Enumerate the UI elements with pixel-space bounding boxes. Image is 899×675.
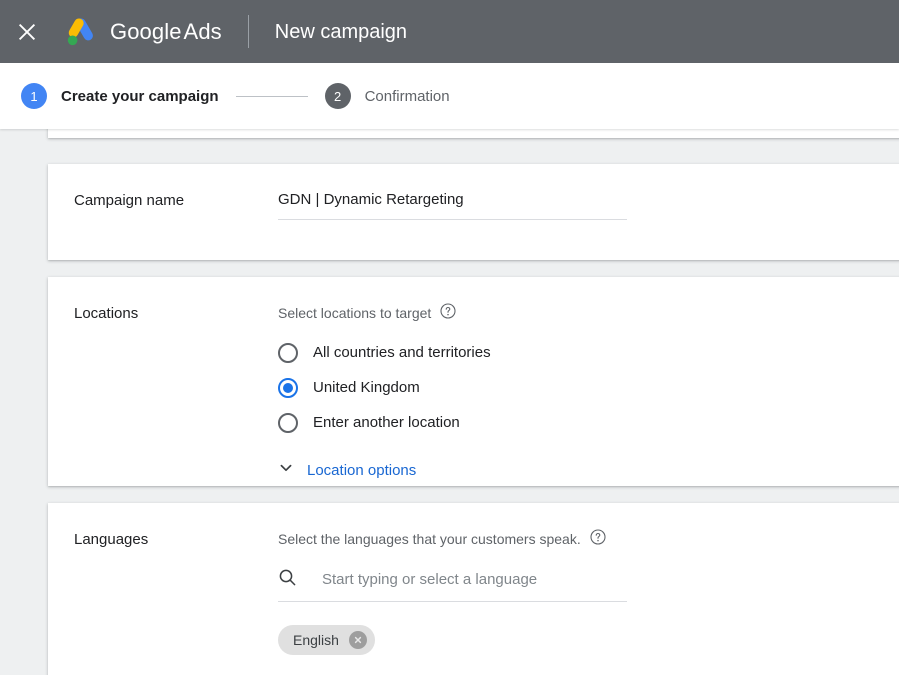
app-header: GoogleAds New campaign [0, 0, 899, 63]
radio-all-countries-and-territories[interactable]: All countries and territories [278, 335, 881, 370]
chip-label: English [293, 632, 339, 648]
campaign-name-card: Campaign name [48, 164, 899, 260]
campaign-settings-scroll-area[interactable]: Campaign name Locations Select locations… [0, 129, 899, 675]
locations-sub-label-row: Select locations to target [278, 303, 881, 323]
languages-label: Languages [48, 503, 278, 655]
location-options-expander[interactable]: Location options [278, 460, 416, 481]
locations-label: Locations [48, 277, 278, 481]
header-divider [248, 15, 249, 48]
campaign-name-input[interactable] [278, 190, 627, 220]
close-icon [353, 635, 363, 645]
step-1-number: 1 [21, 83, 47, 109]
brand-lockup: GoogleAds [63, 15, 222, 49]
radio-label: Enter another location [313, 414, 460, 431]
step-create-your-campaign[interactable]: 1 Create your campaign [21, 83, 219, 109]
step-connector [236, 96, 308, 97]
help-icon[interactable] [440, 303, 456, 323]
step-1-label: Create your campaign [61, 88, 219, 105]
close-button[interactable] [10, 15, 44, 49]
languages-card: Languages Select the languages that your… [48, 503, 899, 675]
close-icon [17, 22, 37, 42]
location-options-label: Location options [307, 462, 416, 479]
selected-languages-chips: English [278, 625, 881, 655]
stepper: 1 Create your campaign 2 Confirmation [0, 63, 899, 129]
locations-card: Locations Select locations to target [48, 277, 899, 486]
radio-icon-unchecked [278, 413, 298, 433]
brand-google-word: Google [110, 19, 182, 44]
languages-sub-label: Select the languages that your customers… [278, 530, 581, 548]
radio-icon-unchecked [278, 343, 298, 363]
chip-remove-button[interactable] [349, 631, 367, 649]
step-2-number: 2 [325, 83, 351, 109]
radio-enter-another-location[interactable]: Enter another location [278, 405, 881, 440]
search-icon [278, 568, 297, 592]
step-confirmation[interactable]: 2 Confirmation [325, 83, 450, 109]
step-2-label: Confirmation [365, 88, 450, 105]
radio-icon-checked [278, 378, 298, 398]
chevron-down-icon [278, 460, 294, 481]
brand-ads-word: Ads [184, 19, 222, 44]
language-search-input[interactable] [322, 570, 627, 590]
page-title: New campaign [275, 22, 407, 42]
brand-text: GoogleAds [110, 21, 222, 43]
radio-label: All countries and territories [313, 344, 491, 361]
chip-english[interactable]: English [278, 625, 375, 655]
help-icon[interactable] [590, 529, 606, 549]
google-ads-logo-icon [63, 15, 97, 49]
campaign-name-label: Campaign name [48, 164, 278, 220]
previous-section-card-clipped [48, 129, 899, 138]
locations-radio-group: All countries and territories United Kin… [278, 335, 881, 440]
radio-united-kingdom[interactable]: United Kingdom [278, 370, 881, 405]
radio-label: United Kingdom [313, 379, 420, 396]
language-search-field[interactable] [278, 568, 627, 602]
languages-sub-label-row: Select the languages that your customers… [278, 529, 881, 549]
locations-sub-label: Select locations to target [278, 304, 431, 322]
